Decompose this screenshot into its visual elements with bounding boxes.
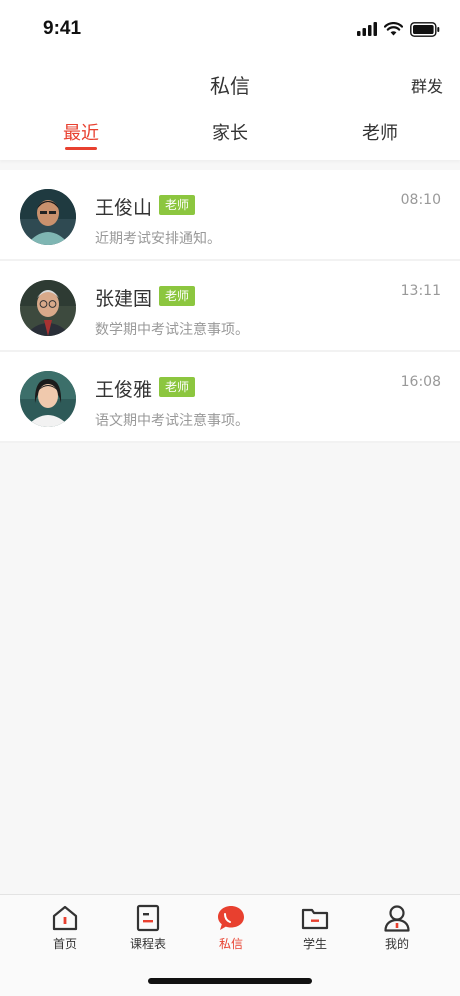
contact-name: 张建国	[95, 288, 153, 310]
message-list: 王俊山 老师 08:10 近期考试安排通知。 张建国 老师 13:11 数学期中…	[0, 170, 460, 443]
category-tabs: 最近 家长 老师	[0, 108, 460, 160]
contact-name: 王俊山	[95, 197, 153, 219]
avatar	[20, 189, 76, 245]
avatar	[20, 280, 76, 336]
cellular-signal-icon	[357, 22, 377, 36]
tabbar-label: 首页	[52, 937, 77, 951]
avatar	[20, 371, 76, 427]
list-item[interactable]: 王俊山 老师 08:10 近期考试安排通知。	[0, 170, 460, 261]
tabbar-label: 学生	[302, 937, 327, 951]
tabbar-item-me[interactable]: 我的	[362, 903, 432, 952]
tab-teachers[interactable]: 老师	[320, 119, 440, 145]
message-preview: 数学期中考试注意事项。	[95, 322, 249, 338]
broadcast-button[interactable]: 群发	[411, 73, 443, 97]
home-icon	[52, 905, 78, 931]
nav-header: 私信 群发	[0, 56, 460, 108]
contact-name: 王俊雅	[95, 379, 153, 401]
folder-icon	[301, 908, 329, 930]
message-preview: 语文期中考试注意事项。	[95, 413, 249, 429]
active-tab-indicator	[65, 147, 97, 150]
role-badge: 老师	[159, 195, 196, 215]
tabbar-label: 私信	[218, 937, 243, 951]
status-icons	[357, 20, 440, 38]
schedule-icon	[136, 904, 160, 932]
status-time: 9:41	[43, 18, 82, 39]
tabbar-item-messages[interactable]: 私信	[196, 903, 266, 952]
home-indicator	[148, 978, 312, 984]
tabbar-item-home[interactable]: 首页	[30, 903, 100, 952]
message-time: 08:10	[400, 192, 441, 208]
tabbar-label: 我的	[384, 937, 409, 951]
tab-recent[interactable]: 最近	[21, 119, 141, 145]
message-preview: 近期考试安排通知。	[95, 231, 221, 247]
tab-parents[interactable]: 家长	[170, 119, 290, 145]
status-bar: 9:41	[0, 0, 460, 56]
role-badge: 老师	[159, 286, 196, 306]
list-item[interactable]: 张建国 老师 13:11 数学期中考试注意事项。	[0, 261, 460, 352]
list-item[interactable]: 王俊雅 老师 16:08 语文期中考试注意事项。	[0, 352, 460, 443]
tabbar-item-students[interactable]: 学生	[280, 903, 350, 952]
message-time: 13:11	[400, 283, 441, 299]
message-time: 16:08	[400, 374, 441, 390]
tabbar-label: 课程表	[129, 937, 166, 951]
page-title: 私信	[210, 74, 250, 98]
role-badge: 老师	[159, 377, 196, 397]
chat-bubble-icon	[218, 906, 244, 930]
battery-icon	[410, 21, 440, 37]
person-icon	[384, 905, 410, 932]
wifi-icon	[384, 22, 403, 36]
tabbar-item-schedule[interactable]: 课程表	[113, 903, 183, 952]
